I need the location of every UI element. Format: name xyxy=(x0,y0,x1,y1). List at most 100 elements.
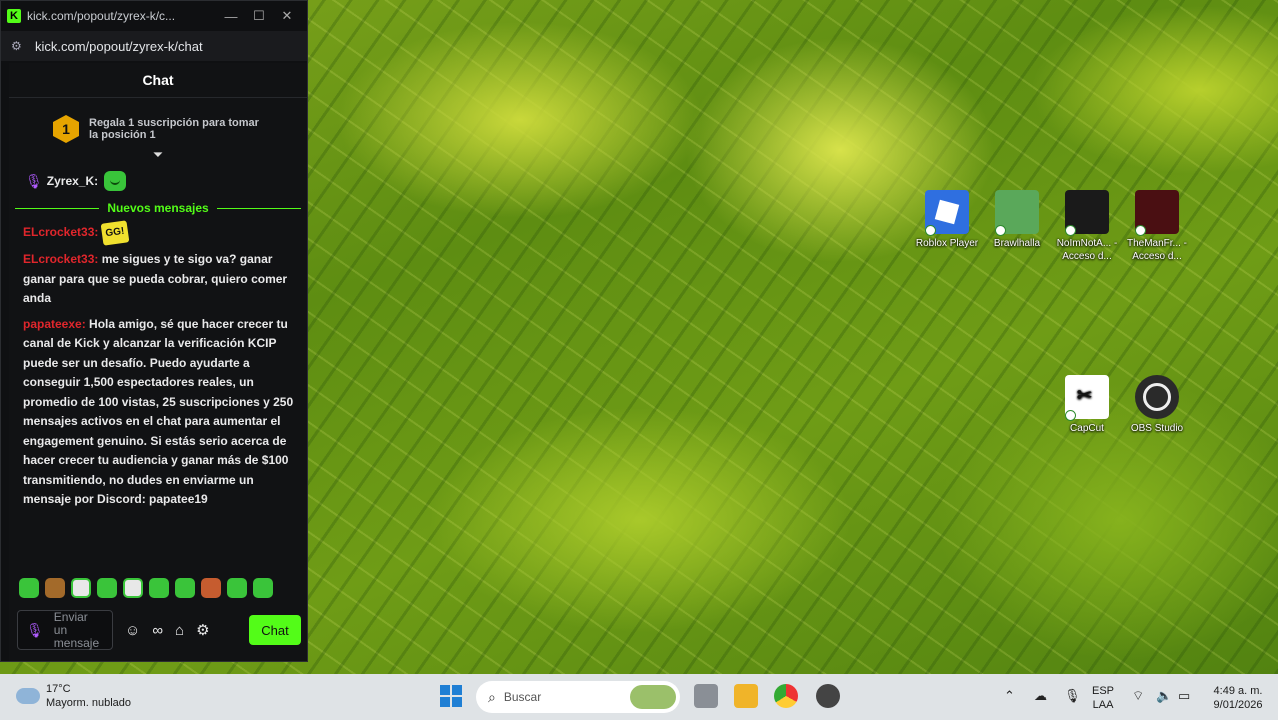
message-input[interactable]: 🎙 Enviar un mensaje xyxy=(17,610,113,650)
chat-message: ELcrocket33: me sigues y te sigo va? gan… xyxy=(23,250,299,309)
windows-logo-icon xyxy=(440,697,450,707)
message-list: ELcrocket33: GG! ELcrocket33: me sigues … xyxy=(9,218,307,510)
divider-line xyxy=(216,207,302,209)
emote-icon[interactable] xyxy=(149,578,169,598)
emote-icon[interactable] xyxy=(175,578,195,598)
desktop-icon-roblox[interactable]: Roblox Player xyxy=(912,190,982,250)
emoji-icon[interactable]: ☺ xyxy=(125,622,140,639)
message-username[interactable]: papateexe: xyxy=(23,317,86,331)
maximize-icon[interactable]: ☐ xyxy=(245,8,273,24)
emote-icon xyxy=(104,171,127,191)
emote-icon[interactable] xyxy=(201,578,221,598)
expand-chevron-icon[interactable]: ⏷ xyxy=(9,146,307,164)
desktop-icon-capcut[interactable]: ✂ CapCut xyxy=(1052,375,1122,435)
microphone-icon[interactable]: 🎙 xyxy=(1064,688,1081,704)
chat-panel: Chat 1 Regala 1 suscripción para tomar l… xyxy=(9,63,307,661)
url-text: kick.com/popout/zyrex-k/chat xyxy=(35,38,203,54)
settings-gear-icon[interactable]: ⚙ xyxy=(196,621,209,639)
message-username[interactable]: ELcrocket33: xyxy=(23,225,98,239)
message-username[interactable]: ELcrocket33: xyxy=(23,252,98,266)
sync-check-icon xyxy=(995,225,1006,236)
search-placeholder: Buscar xyxy=(503,690,542,704)
desktop-icon-label: NoImNotA... - Acceso d... xyxy=(1056,238,1118,262)
gg-emote-icon: GG! xyxy=(100,220,130,246)
channel-points-icon[interactable]: ∞ xyxy=(152,622,163,639)
window-titlebar[interactable]: K kick.com/popout/zyrex-k/c... — ☐ ✕ xyxy=(1,1,307,31)
show-hidden-icons-chevron-icon[interactable]: ⌃ xyxy=(1004,688,1015,704)
brawlhalla-icon xyxy=(995,190,1039,236)
weather-temp: 17°C xyxy=(46,683,71,695)
mic-icon[interactable]: 🎙 xyxy=(26,622,44,639)
desktop-icon-brawlhalla[interactable]: Brawlhalla xyxy=(982,190,1052,250)
wifi-icon[interactable]: ⌔ xyxy=(1132,688,1144,704)
chat-header: Chat xyxy=(9,63,307,98)
sync-check-icon xyxy=(1135,225,1146,236)
chat-message: papateexe: Hola amigo, sé que hacer crec… xyxy=(23,315,299,510)
weather-widget[interactable]: 17°C Mayorm. nublado xyxy=(16,682,131,710)
sync-check-icon xyxy=(925,225,936,236)
desktop-icon-label: CapCut xyxy=(1070,423,1104,434)
desktop-icon-label: Brawlhalla xyxy=(993,238,1041,249)
new-messages-label: Nuevos mensajes xyxy=(107,201,209,215)
language-code: ESP xyxy=(1092,685,1115,697)
pinned-username[interactable]: Zyrex_K: xyxy=(47,174,98,188)
roblox-icon xyxy=(925,190,969,236)
file-explorer-icon[interactable] xyxy=(734,684,758,708)
themanfr-icon xyxy=(1135,190,1179,236)
emote-icon[interactable] xyxy=(19,578,39,598)
cloud-sync-icon[interactable]: ☁ xyxy=(1034,688,1047,704)
search-highlight-image xyxy=(630,685,676,709)
chrome-icon[interactable] xyxy=(774,684,798,708)
chat-send-button[interactable]: Chat xyxy=(249,615,301,645)
gift-sub-promo[interactable]: 1 Regala 1 suscripción para tomar la pos… xyxy=(9,98,307,146)
volume-muted-icon[interactable]: 🔈 xyxy=(1156,688,1172,704)
capcut-icon: ✂ xyxy=(1065,375,1109,421)
keyboard-layout: LAA xyxy=(1092,699,1114,711)
chat-message: ELcrocket33: GG! xyxy=(23,220,299,246)
cloud-icon xyxy=(16,688,40,704)
desktop-icon-label: TheManFr... - Acceso d... xyxy=(1126,238,1187,262)
desktop-icon-themanfr[interactable]: TheManFr... - Acceso d... xyxy=(1122,190,1192,263)
start-button[interactable] xyxy=(440,685,462,707)
sync-check-icon xyxy=(1065,410,1076,421)
desktop-icon-noimnota[interactable]: NoImNotA... - Acceso d... xyxy=(1052,190,1122,263)
emote-icon[interactable] xyxy=(253,578,273,598)
emote-icon[interactable] xyxy=(227,578,247,598)
quick-emote-bar xyxy=(19,578,273,598)
battery-icon[interactable]: ▭ xyxy=(1178,688,1190,704)
windows-logo-icon xyxy=(440,685,450,695)
divider-line xyxy=(15,207,100,209)
emote-icon[interactable] xyxy=(97,578,117,598)
taskbar-search[interactable]: ⌕ Buscar xyxy=(476,681,680,713)
desktop-icon-label: Roblox Player xyxy=(915,238,979,249)
desktop-icon-obs[interactable]: OBS Studio xyxy=(1122,375,1192,435)
site-settings-icon[interactable]: ⚙ xyxy=(11,39,25,53)
store-icon[interactable]: ⌂ xyxy=(175,622,184,639)
clock-date: 9/01/2026 xyxy=(1213,699,1263,711)
chat-popup-window: K kick.com/popout/zyrex-k/c... — ☐ ✕ ⚙ k… xyxy=(0,0,308,662)
windows-logo-icon xyxy=(452,685,462,695)
minimize-icon[interactable]: — xyxy=(217,9,245,24)
broadcaster-mic-icon: 🎙 xyxy=(25,172,43,189)
address-bar[interactable]: ⚙ kick.com/popout/zyrex-k/chat xyxy=(1,31,307,61)
emote-icon[interactable] xyxy=(45,578,65,598)
obs-taskbar-icon[interactable] xyxy=(816,684,840,708)
language-indicator[interactable]: ESP LAA xyxy=(1092,684,1114,712)
emote-icon[interactable] xyxy=(123,578,143,598)
desktop-icon-label: OBS Studio xyxy=(1130,423,1184,434)
close-icon[interactable]: ✕ xyxy=(273,8,301,24)
message-text: Hola amigo, sé que hacer crecer tu canal… xyxy=(23,316,294,507)
weather-text: 17°C Mayorm. nublado xyxy=(46,682,131,710)
emote-icon[interactable] xyxy=(71,578,91,598)
window-title: kick.com/popout/zyrex-k/c... xyxy=(27,9,176,23)
task-view-icon[interactable] xyxy=(694,684,718,708)
clock[interactable]: 4:49 a. m. 9/01/2026 xyxy=(1208,684,1268,712)
clock-time: 4:49 a. m. xyxy=(1213,685,1263,697)
taskbar: 17°C Mayorm. nublado ⌕ Buscar ⌃ ☁ 🎙 ESP … xyxy=(0,674,1278,720)
kick-logo-icon: K xyxy=(7,9,21,23)
message-input-placeholder: Enviar un mensaje xyxy=(53,609,100,650)
sync-check-icon xyxy=(1065,225,1076,236)
chat-composer: 🎙 Enviar un mensaje ☺ ∞ ⌂ ⚙ Chat xyxy=(9,609,307,651)
promo-text: Regala 1 suscripción para tomar la posic… xyxy=(89,117,259,141)
weather-desc: Mayorm. nublado xyxy=(46,697,131,709)
